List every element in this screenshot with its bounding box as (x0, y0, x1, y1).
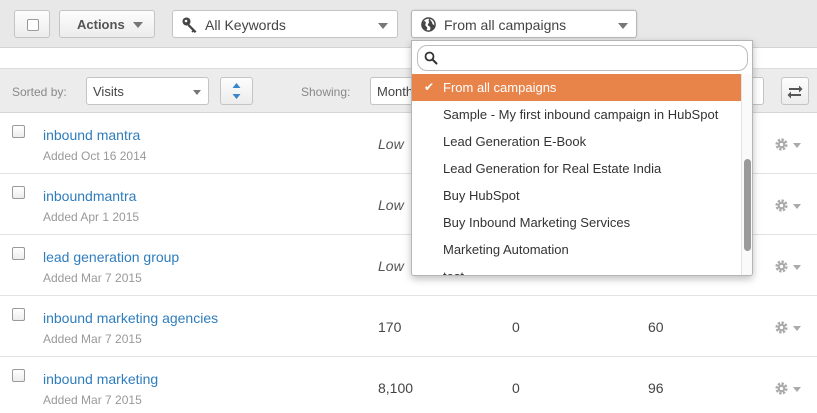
chevron-down-icon[interactable] (793, 326, 801, 331)
campaign-search-box[interactable] (417, 45, 748, 71)
chevron-down-icon[interactable] (793, 204, 801, 209)
actions-label: Actions (77, 17, 125, 32)
showing-select-value: Month (377, 84, 414, 99)
campaign-option[interactable]: Sample - My first inbound campaign in Hu… (412, 101, 741, 128)
search-volume: Low (378, 197, 404, 213)
campaigns-dropdown: ✔ From all campaigns Sample - My first i… (411, 40, 753, 276)
table-row: inbound marketing agencies Added Mar 7 2… (0, 296, 817, 357)
sort-arrows-icon (232, 83, 241, 99)
table-row: inbound marketing Added Mar 7 2015 8,100… (0, 357, 817, 413)
keyword-link[interactable]: lead generation group (43, 249, 179, 265)
rank-value: 60 (648, 319, 664, 335)
search-volume: 170 (378, 319, 402, 335)
sort-select[interactable]: Visits (86, 77, 209, 105)
added-date: Added Mar 7 2015 (43, 271, 142, 285)
gear-icon[interactable] (774, 198, 789, 213)
row-checkbox[interactable] (12, 308, 25, 321)
dropdown-scrollbar[interactable] (741, 74, 752, 275)
chevron-down-icon (378, 23, 388, 29)
swap-columns-button[interactable] (781, 77, 809, 105)
sorted-by-label: Sorted by: (12, 85, 67, 99)
gear-icon[interactable] (774, 259, 789, 274)
campaign-option-label: Buy Inbound Marketing Services (443, 215, 631, 230)
campaign-option[interactable]: Lead Generation E-Book (412, 128, 741, 155)
row-checkbox[interactable] (12, 125, 25, 138)
rank-value: 96 (648, 380, 664, 396)
scrollbar-thumb[interactable] (744, 159, 751, 251)
gear-icon[interactable] (774, 320, 789, 335)
actions-button[interactable]: Actions (59, 10, 155, 38)
campaign-option[interactable]: Buy Inbound Marketing Services (412, 209, 741, 236)
key-icon (182, 17, 197, 33)
campaign-option[interactable]: Marketing Automation (412, 236, 741, 263)
campaign-option-label: Buy HubSpot (443, 188, 520, 203)
added-date: Added Mar 7 2015 (43, 393, 142, 407)
search-icon (424, 51, 438, 65)
chevron-down-icon (618, 23, 628, 29)
campaign-option[interactable]: Lead Generation for Real Estate India (412, 155, 741, 182)
added-date: Added Mar 7 2015 (43, 332, 142, 346)
campaign-option[interactable]: ✔ From all campaigns (412, 74, 741, 101)
swap-arrows-icon (787, 85, 803, 99)
chevron-down-icon[interactable] (793, 387, 801, 392)
chevron-down-icon (133, 22, 143, 28)
select-all-button[interactable] (14, 10, 50, 38)
keywords-select-value: All Keywords (205, 17, 286, 33)
added-date: Added Apr 1 2015 (43, 210, 140, 224)
campaign-option-label: test (443, 269, 464, 275)
campaign-option[interactable]: test (412, 263, 741, 275)
campaign-option-label: From all campaigns (443, 80, 557, 95)
chevron-down-icon[interactable] (793, 143, 801, 148)
keywords-select[interactable]: All Keywords (172, 10, 398, 38)
keyword-link[interactable]: inboundmantra (43, 188, 136, 204)
campaign-option-label: Sample - My first inbound campaign in Hu… (443, 107, 719, 122)
added-date: Added Oct 16 2014 (43, 149, 147, 163)
campaign-search-input[interactable] (442, 49, 740, 67)
showing-label: Showing: (301, 85, 351, 99)
search-volume: Low (378, 258, 404, 274)
campaign-option-label: Marketing Automation (443, 242, 569, 257)
search-volume: 8,100 (378, 380, 414, 396)
select-all-checkbox[interactable] (27, 19, 39, 31)
row-checkbox[interactable] (12, 247, 25, 260)
campaign-option-label: Lead Generation E-Book (443, 134, 587, 149)
keyword-link[interactable]: inbound marketing (43, 371, 158, 387)
chevron-down-icon[interactable] (793, 265, 801, 270)
campaigns-select[interactable]: From all campaigns (411, 10, 637, 38)
gear-icon[interactable] (774, 137, 789, 152)
campaigns-select-value: From all campaigns (444, 17, 567, 33)
visits-value: 0 (512, 380, 520, 396)
globe-icon (421, 17, 436, 32)
chevron-down-icon (193, 90, 201, 95)
keyword-link[interactable]: inbound marketing agencies (43, 310, 218, 326)
keyword-link[interactable]: inbound mantra (43, 127, 140, 143)
search-volume: Low (378, 136, 404, 152)
campaign-options-list: ✔ From all campaigns Sample - My first i… (412, 74, 741, 275)
campaign-option[interactable]: Buy HubSpot (412, 182, 741, 209)
row-checkbox[interactable] (12, 369, 25, 382)
checkmark-icon: ✔ (424, 80, 435, 94)
visits-value: 0 (512, 319, 520, 335)
sort-order-button[interactable] (220, 77, 253, 105)
sort-select-value: Visits (93, 84, 124, 99)
gear-icon[interactable] (774, 381, 789, 396)
row-checkbox[interactable] (12, 186, 25, 199)
campaign-option-label: Lead Generation for Real Estate India (443, 161, 662, 176)
